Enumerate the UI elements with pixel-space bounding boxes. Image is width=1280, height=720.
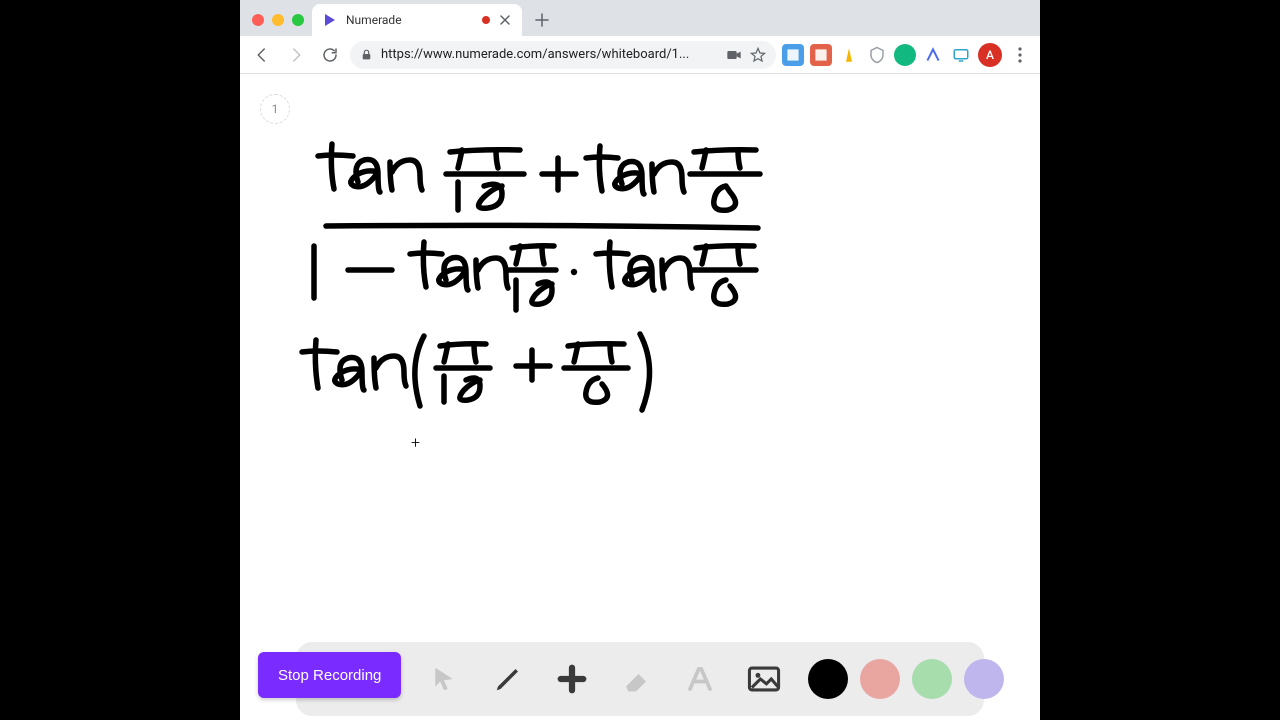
extension-icon-2[interactable]: [810, 44, 832, 66]
crosshair-cursor-icon: +: [411, 433, 420, 452]
tool-group: [424, 659, 784, 699]
stop-recording-button[interactable]: Stop Recording: [258, 652, 401, 698]
recording-indicator-icon: [482, 16, 490, 24]
tab-favicon: [322, 12, 338, 28]
forward-button[interactable]: [282, 41, 310, 69]
window-minimize-button[interactable]: [272, 14, 284, 26]
image-tool[interactable]: [744, 659, 784, 699]
tab-close-button[interactable]: [498, 13, 512, 27]
camera-icon[interactable]: [726, 48, 742, 62]
window-close-button[interactable]: [252, 14, 264, 26]
tab-strip: Numerade: [240, 0, 1040, 36]
extension-icons: [782, 44, 972, 66]
extension-icon-6[interactable]: [922, 44, 944, 66]
window-controls: [252, 14, 304, 26]
browser-menu-button[interactable]: [1008, 43, 1032, 67]
right-pillarbox: [1040, 0, 1280, 720]
text-tool[interactable]: [680, 659, 720, 699]
eraser-tool[interactable]: [616, 659, 656, 699]
extension-icon-1[interactable]: [782, 44, 804, 66]
profile-avatar[interactable]: A: [978, 43, 1002, 67]
color-purple[interactable]: [964, 659, 1004, 699]
extension-icon-7[interactable]: [950, 44, 972, 66]
pencil-tool[interactable]: [488, 659, 528, 699]
avatar-initial: A: [986, 48, 994, 62]
browser-toolbar: https://www.numerade.com/answers/whitebo…: [240, 36, 1040, 74]
whiteboard-toolbar: Stop Recording: [296, 642, 984, 716]
left-pillarbox: [0, 0, 240, 720]
pointer-tool[interactable]: [424, 659, 464, 699]
extension-icon-3[interactable]: [838, 44, 860, 66]
color-red[interactable]: [860, 659, 900, 699]
toolbar-dock-wrap: Stop Recording: [240, 642, 1040, 720]
add-tool[interactable]: [552, 659, 592, 699]
url-text: https://www.numerade.com/answers/whitebo…: [381, 47, 718, 62]
whiteboard-canvas[interactable]: 1: [240, 74, 1040, 720]
stop-recording-label: Stop Recording: [278, 667, 381, 684]
browser-window: Numerade https://www.numerade.com/answer…: [240, 0, 1040, 720]
lock-icon: [360, 48, 373, 61]
extension-icon-4[interactable]: [866, 44, 888, 66]
address-bar[interactable]: https://www.numerade.com/answers/whitebo…: [350, 41, 776, 69]
browser-tab[interactable]: Numerade: [312, 4, 522, 36]
reload-button[interactable]: [316, 41, 344, 69]
color-black[interactable]: [808, 659, 848, 699]
back-button[interactable]: [248, 41, 276, 69]
tab-title: Numerade: [346, 13, 474, 27]
color-green[interactable]: [912, 659, 952, 699]
color-swatches: [808, 659, 1004, 699]
window-maximize-button[interactable]: [292, 14, 304, 26]
handwriting-strokes: [240, 74, 1040, 720]
bookmark-star-icon[interactable]: [750, 47, 766, 63]
extension-icon-5[interactable]: [894, 44, 916, 66]
new-tab-button[interactable]: [528, 6, 556, 34]
